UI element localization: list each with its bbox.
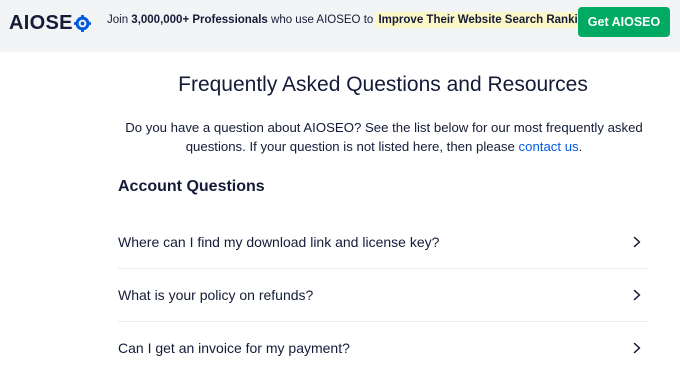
page-title: Frequently Asked Questions and Resources (178, 73, 588, 96)
promo-message: Join 3,000,000+ Professionals who use AI… (107, 12, 604, 28)
contact-us-link[interactable]: contact us (519, 139, 579, 154)
get-aioseo-button[interactable]: Get AIOSEO (578, 7, 670, 37)
gear-logo-icon (73, 14, 91, 32)
promo-count: 3,000,000+ (131, 14, 190, 26)
promo-who-use: who use AIOSEO to (267, 14, 377, 26)
top-promo-bar: AIOSE Join 3,000,000+ Professionals who … (0, 0, 680, 52)
faq-question: Can I get an invoice for my payment? (118, 340, 350, 356)
faq-question: What is your policy on refunds? (118, 286, 314, 303)
promo-highlight: Improve Their Website Search Rankings! (376, 12, 604, 28)
chevron-right-icon (633, 289, 641, 300)
faq-intro: Do you have a question about AIOSEO? See… (118, 118, 650, 156)
logo-text: AIOSE (9, 11, 73, 34)
promo-join: Join (107, 14, 132, 26)
faq-item[interactable]: Can I get an invoice for my payment? (118, 321, 648, 370)
promo-professionals: Professionals (189, 14, 268, 26)
faq-intro-end: . (578, 139, 583, 154)
aioseo-logo[interactable]: AIOSE (9, 12, 91, 34)
chevron-right-icon (633, 342, 641, 354)
section-heading-account-questions: Account Questions (118, 178, 265, 195)
faq-question: Where can I find my download link and li… (118, 233, 440, 250)
faq-item[interactable]: Where can I find my download link and li… (118, 215, 648, 269)
faq-item[interactable]: What is your policy on refunds? (118, 268, 648, 322)
chevron-right-icon (633, 236, 641, 247)
